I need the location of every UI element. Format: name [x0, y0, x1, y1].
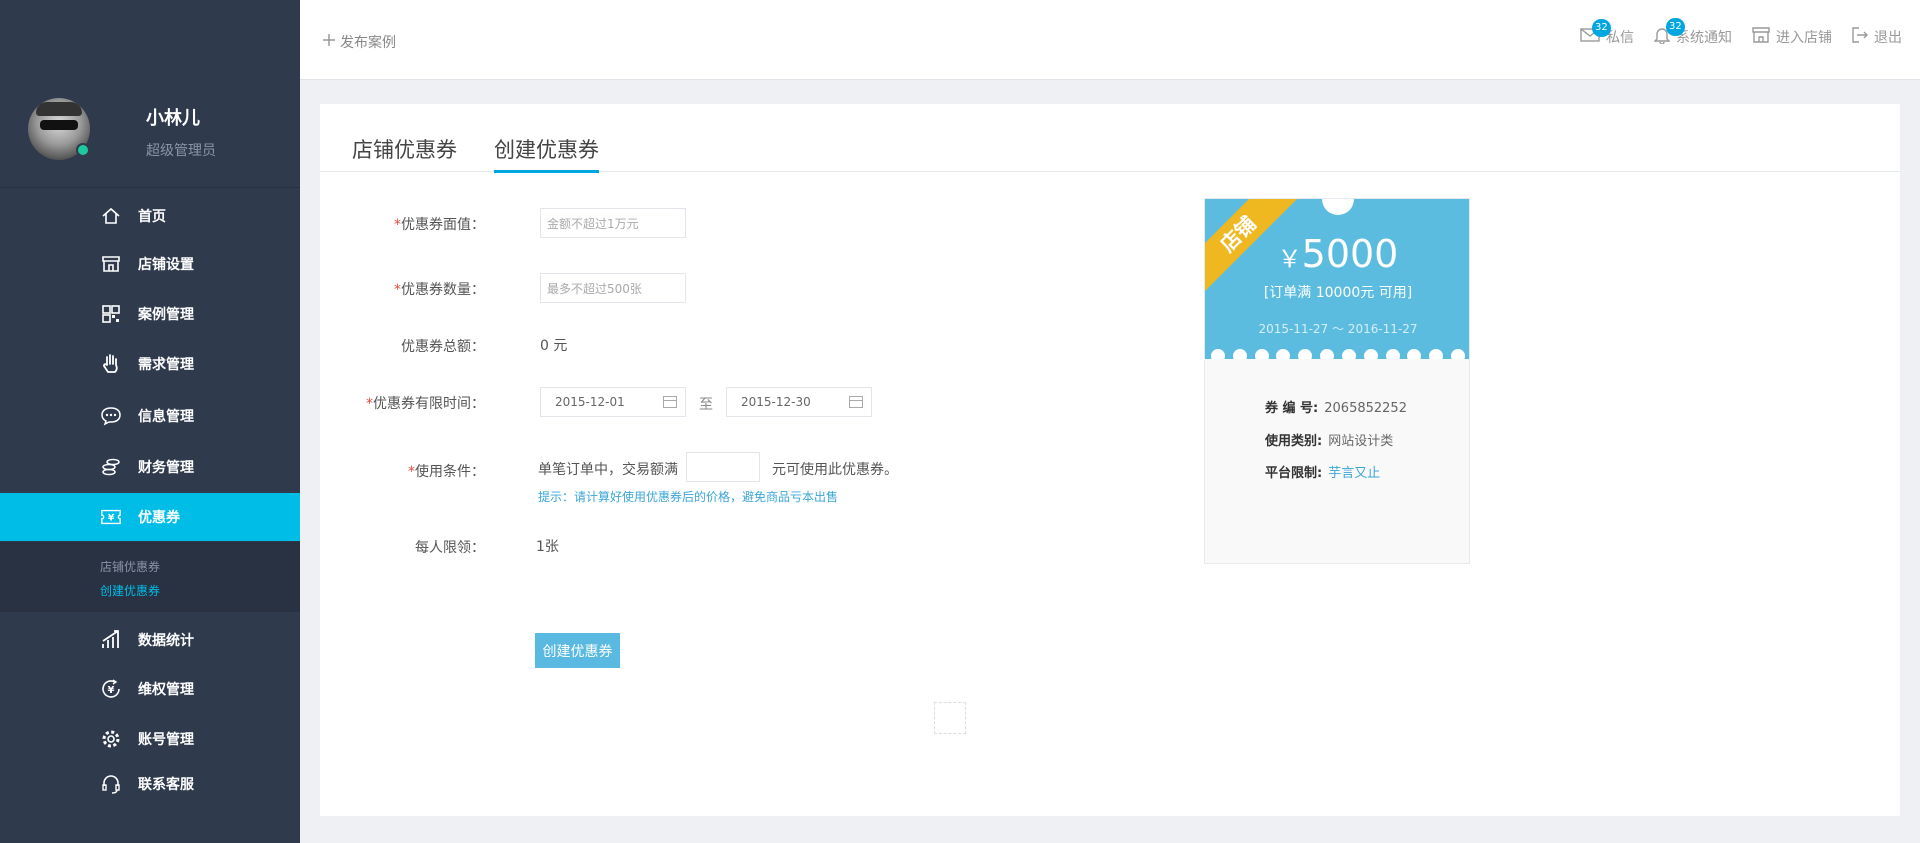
enter-shop-link[interactable]: 进入店铺 [1752, 27, 1832, 47]
coupon-amount-value: 5000 [1301, 232, 1399, 276]
sidebar-item-account[interactable]: 账号管理 [0, 715, 300, 763]
sidebar-item-messages[interactable]: 信息管理 [0, 392, 300, 440]
coupon-icon: ¥ [100, 506, 122, 528]
store-icon [100, 253, 122, 275]
coupon-preview: 店铺 ￥5000 [订单满 10000元 可用] 2015-11-27 ～ 20… [1204, 198, 1470, 564]
sidebar-item-label: 案例管理 [138, 307, 194, 323]
vip-badge-icon [76, 143, 90, 157]
hand-icon [100, 353, 122, 375]
sidebar-item-disputes[interactable]: ¥ 维权管理 [0, 665, 300, 713]
coupon-amount: ￥5000 [1205, 232, 1469, 276]
coupon-quantity-label: *优惠券数量： [394, 282, 485, 298]
sidebar-item-coupons[interactable]: ¥ 优惠券 [0, 493, 300, 541]
gear-icon [100, 728, 122, 750]
logout-label: 退出 [1874, 30, 1902, 46]
grid-icon [100, 303, 122, 325]
home-icon [100, 205, 122, 227]
sidebar-item-support[interactable]: 联系客服 [0, 760, 300, 808]
shop-icon [1752, 27, 1770, 47]
usage-condition-label: *使用条件： [408, 464, 485, 480]
main-card: 店铺优惠券 创建优惠券 *优惠券面值： 金额不超过1万元 *优惠券数量： 最多不… [320, 104, 1900, 816]
coupon-perforation [1205, 349, 1469, 359]
start-date-input[interactable]: 2015-12-01 [540, 387, 686, 417]
loading-placeholder [934, 702, 966, 734]
coins-icon [100, 456, 122, 478]
logout-icon [1852, 27, 1868, 47]
enter-shop-label: 进入店铺 [1776, 30, 1832, 46]
submenu-item-create-coupon[interactable]: 创建优惠券 [100, 582, 160, 599]
sidebar-item-finance[interactable]: 财务管理 [0, 443, 300, 491]
tab-bar: 店铺优惠券 创建优惠券 [320, 104, 1900, 173]
sidebar-item-cases[interactable]: 案例管理 [0, 290, 300, 338]
sidebar-item-demands[interactable]: 需求管理 [0, 340, 300, 388]
headset-icon [100, 773, 122, 795]
coupon-condition: [订单满 10000元 可用] [1263, 285, 1413, 301]
sidebar-item-label: 店铺设置 [138, 257, 194, 273]
coupon-platform-row: 平台限制: 芋言又止 [1265, 466, 1381, 481]
sidebar-item-statistics[interactable]: 数据统计 [0, 616, 300, 664]
yen-icon: ¥ [100, 678, 122, 700]
coupon-number-row: 券 编 号: 2065852252 [1265, 401, 1407, 416]
coupon-quantity-input[interactable]: 最多不超过500张 [540, 273, 686, 303]
create-coupon-button[interactable]: 创建优惠券 [535, 633, 620, 668]
coupon-period-label: *优惠券有限时间： [366, 396, 485, 412]
per-person-limit-label: 每人限领： [415, 540, 485, 556]
date-range-separator: 至 [699, 397, 713, 413]
coupon-submenu: 店铺优惠券 创建优惠券 [0, 542, 300, 612]
condition-hint: 提示：请计算好使用优惠券后的价格，避免商品亏本出售 [538, 490, 839, 504]
end-date-input[interactable]: 2015-12-30 [726, 387, 872, 417]
currency-symbol: ￥ [1277, 245, 1302, 273]
min-order-amount-input[interactable] [686, 452, 760, 482]
calendar-icon [849, 396, 863, 408]
tab-create-coupon[interactable]: 创建优惠券 [494, 134, 599, 173]
user-role: 超级管理员 [146, 143, 216, 159]
sidebar-item-store-settings[interactable]: 店铺设置 [0, 240, 300, 288]
coupon-category-row: 使用类别: 网站设计类 [1265, 434, 1394, 449]
sidebar: 小林儿 超级管理员 首页 店铺设置 案例管理 需求管理 信息管理 财务管理 ¥ … [0, 0, 300, 843]
sidebar-item-label: 信息管理 [138, 409, 194, 425]
sidebar-item-label: 维权管理 [138, 682, 194, 698]
svg-text:¥: ¥ [108, 685, 115, 696]
svg-text:¥: ¥ [108, 513, 115, 524]
message-count-badge: 32 [1592, 19, 1611, 37]
coupon-dates: 2015-11-27 ～ 2016-11-27 [1258, 322, 1418, 336]
per-person-limit-value: 1张 [536, 539, 559, 555]
calendar-icon [663, 396, 677, 408]
sidebar-item-label: 联系客服 [138, 777, 194, 793]
logout-link[interactable]: 退出 [1852, 27, 1902, 47]
sidebar-item-home[interactable]: 首页 [0, 192, 300, 240]
coupon-value-input[interactable]: 金额不超过1万元 [540, 208, 686, 238]
tab-store-coupons[interactable]: 店铺优惠券 [352, 134, 457, 170]
submenu-item-store-coupons[interactable]: 店铺优惠券 [100, 558, 160, 575]
sidebar-item-label: 财务管理 [138, 460, 194, 476]
sidebar-item-label: 数据统计 [138, 633, 194, 649]
sidebar-item-label: 账号管理 [138, 732, 194, 748]
system-notice-link[interactable]: 32 系统通知 [1653, 18, 1732, 48]
sidebar-item-label: 首页 [138, 209, 166, 225]
user-profile: 小林儿 超级管理员 [0, 0, 300, 188]
sidebar-item-label: 需求管理 [138, 357, 194, 373]
chart-icon [100, 629, 122, 651]
notice-count-badge: 32 [1666, 18, 1685, 36]
chat-icon [100, 405, 122, 427]
publish-case-label: 发布案例 [340, 35, 396, 51]
coupon-total-label: 优惠券总额： [401, 339, 485, 355]
coupon-value-label: *优惠券面值： [394, 217, 485, 233]
plus-icon [322, 33, 336, 51]
condition-prefix-text: 单笔订单中，交易额满 [538, 462, 678, 478]
private-message-link[interactable]: 32 私信 [1580, 19, 1634, 47]
user-name: 小林儿 [146, 108, 200, 129]
coupon-header: 店铺 ￥5000 [订单满 10000元 可用] 2015-11-27 ～ 20… [1205, 199, 1469, 359]
top-header: 发布案例 32 私信 32 系统通知 进入店铺 退出 [300, 0, 1920, 80]
coupon-total-value: 0 元 [540, 338, 568, 354]
condition-suffix-text: 元可使用此优惠券。 [772, 462, 898, 478]
header-links: 32 私信 32 系统通知 进入店铺 退出 [1580, 18, 1902, 48]
publish-case-link[interactable]: 发布案例 [322, 32, 396, 52]
sidebar-item-label: 优惠券 [138, 510, 180, 526]
